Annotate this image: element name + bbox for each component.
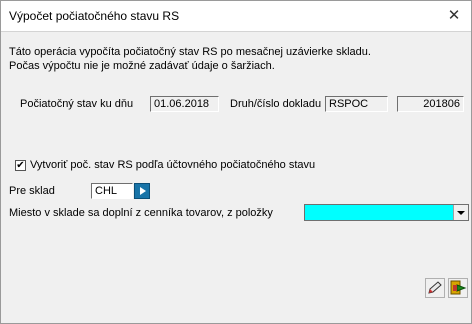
- create-state-checkbox[interactable]: ✔: [15, 160, 26, 171]
- doc-type-field[interactable]: RSPOC: [325, 96, 388, 112]
- run-exit-icon: [450, 280, 467, 295]
- location-label: Miesto v sklade sa doplní z cenníka tova…: [9, 207, 273, 219]
- title-bar: Výpočet počiatočného stavu RS ✕: [1, 1, 471, 32]
- dialog-window: Výpočet počiatočného stavu RS ✕ Táto ope…: [0, 0, 472, 324]
- doc-label: Druh/číslo dokladu: [230, 98, 322, 110]
- warehouse-label: Pre sklad: [9, 185, 55, 197]
- edit-pen-icon: [428, 281, 442, 294]
- info-line-2: Počas výpočtu nie je možné zadávať údaje…: [9, 60, 275, 72]
- warehouse-field[interactable]: CHL: [91, 183, 133, 199]
- location-select[interactable]: [304, 204, 469, 221]
- date-field[interactable]: 01.06.2018: [150, 96, 219, 112]
- edit-pen-button[interactable]: [425, 278, 445, 298]
- chevron-down-icon[interactable]: [453, 205, 468, 220]
- warehouse-go-button[interactable]: [134, 183, 150, 199]
- window-title: Výpočet počiatočného stavu RS: [9, 9, 180, 23]
- info-line-1: Táto operácia vypočíta počiatočný stav R…: [9, 46, 371, 58]
- dialog-body: Táto operácia vypočíta počiatočný stav R…: [1, 32, 471, 323]
- doc-number-field[interactable]: 201806: [397, 96, 464, 112]
- run-exit-button[interactable]: [448, 278, 468, 298]
- close-button[interactable]: ✕: [443, 5, 465, 27]
- create-state-label: Vytvoriť poč. stav RS podľa účtovného po…: [30, 159, 316, 171]
- date-label: Počiatočný stav ku dňu: [20, 98, 134, 110]
